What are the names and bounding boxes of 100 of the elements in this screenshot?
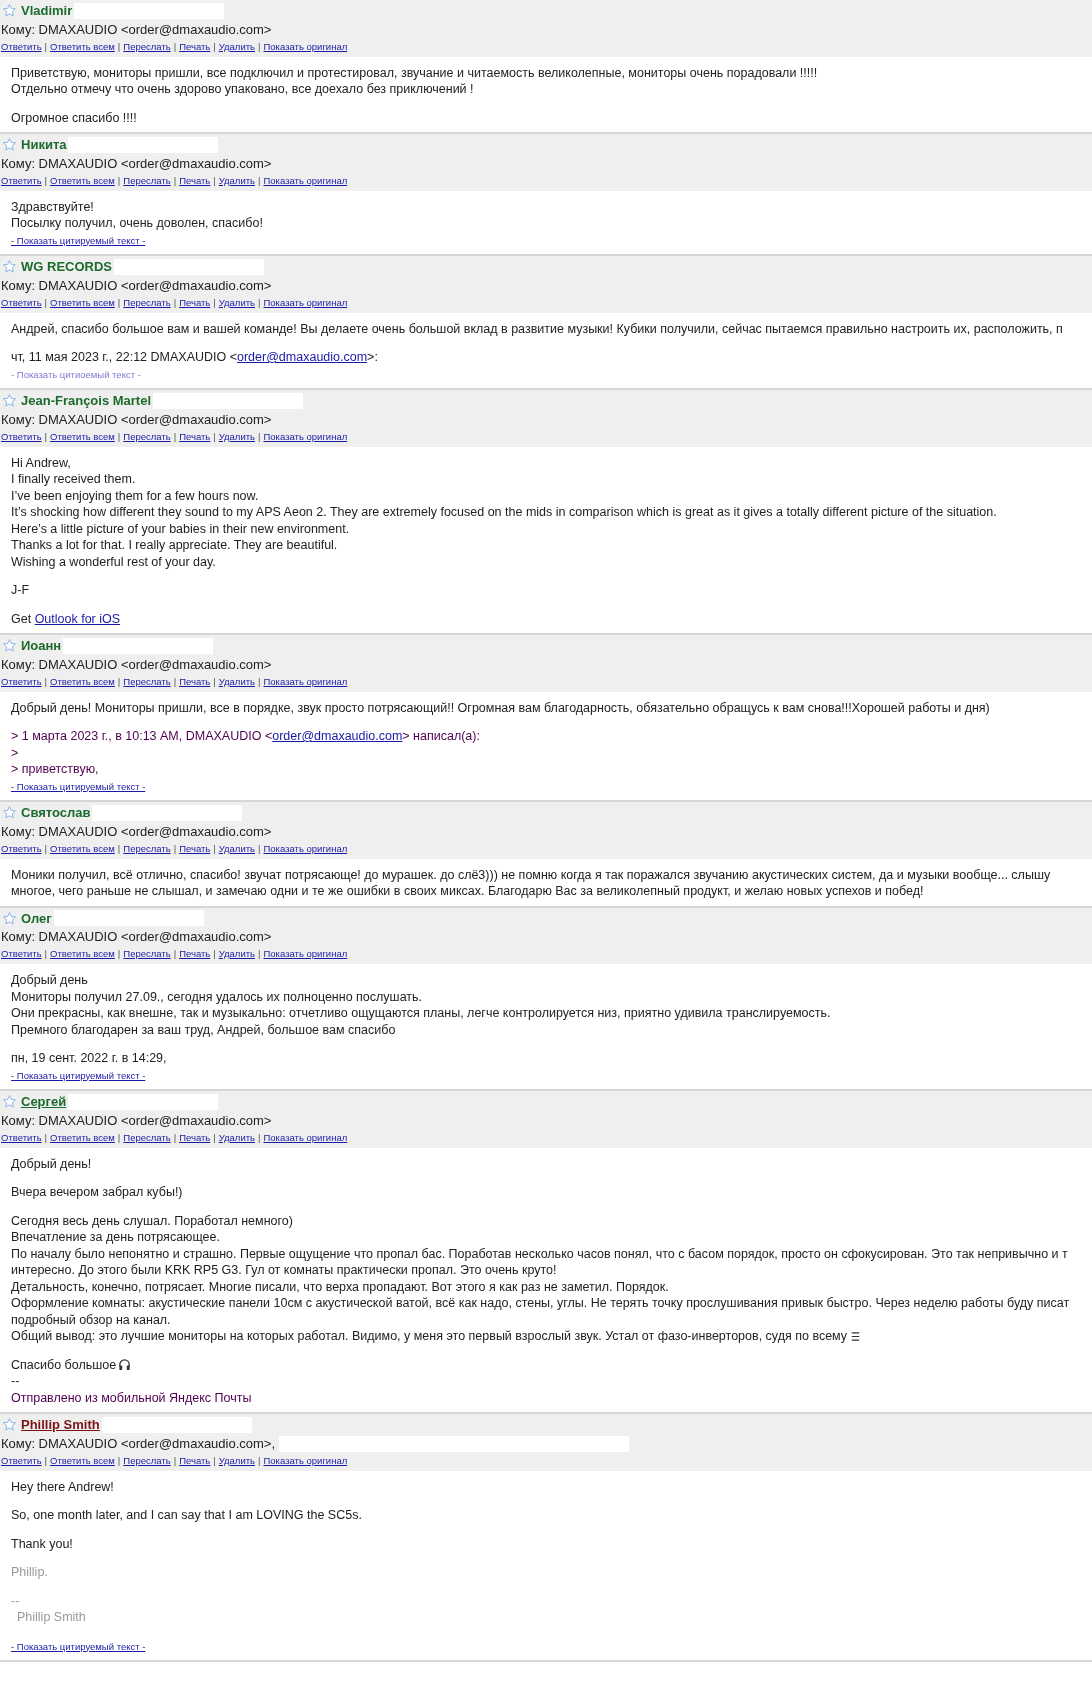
message-line: Андрей, спасибо большое вам и вашей команде! Вы делаете очень большой вклад в развитие музыки! Кубики получили, сейчас пытаемся правильно настроить их, расположить, п — [11, 320, 1064, 337]
star-icon[interactable] — [2, 259, 17, 275]
action-link[interactable]: Ответить — [1, 1131, 42, 1143]
message-line: Thank you! — [11, 1535, 74, 1552]
action-link[interactable]: Показать оригинал — [263, 948, 348, 959]
recipient-line: Кому: DMAXAUDIO <order@dmaxaudio.com> — [0, 655, 272, 674]
action-link[interactable]: Печать — [179, 40, 211, 52]
action-link[interactable]: Показать оригинал — [263, 1131, 348, 1143]
email-link[interactable]: order@dmaxaudio.com — [272, 729, 403, 743]
sender-name[interactable]: Сергей — [19, 1092, 69, 1112]
show-quoted-link[interactable]: - Показать цитиоемый текст - — [11, 368, 141, 381]
action-link[interactable]: Показать оригинал — [263, 430, 348, 442]
action-link[interactable]: Ответить — [1, 675, 42, 687]
action-link[interactable]: Удалить — [218, 296, 255, 308]
show-quoted-link[interactable]: - Показать цитируемый текст - — [11, 234, 146, 247]
separator: | — [258, 296, 261, 308]
action-link[interactable]: Ответить — [1, 430, 42, 442]
action-link[interactable]: Ответить всем — [50, 1454, 115, 1466]
message-line: Детальность, конечно, потрясает. Многие писали, что верха пропадают. Вот этого я как раз не заметил. Порядок. — [11, 1278, 670, 1295]
separator: | — [117, 40, 121, 52]
action-link[interactable]: Удалить — [218, 1454, 255, 1466]
action-link[interactable]: Показать оригинал — [263, 40, 348, 52]
action-link[interactable]: Ответить — [1, 842, 42, 854]
action-link[interactable]: Ответить всем — [50, 296, 115, 308]
star-icon[interactable] — [2, 137, 17, 153]
action-link[interactable]: Переслать — [123, 174, 171, 186]
message-line: Добрый день! — [11, 1155, 93, 1172]
star-icon[interactable] — [2, 805, 17, 821]
action-link[interactable]: Ответить всем — [50, 430, 115, 442]
action-link[interactable]: Удалить — [218, 948, 255, 959]
show-quoted-link[interactable]: - Показать цитируемый текст - — [11, 1069, 146, 1082]
star-icon[interactable] — [2, 393, 17, 409]
action-link[interactable]: Удалить — [218, 842, 255, 854]
action-link[interactable]: Печать — [179, 675, 211, 687]
star-icon[interactable] — [2, 638, 17, 654]
star-icon[interactable] — [2, 910, 17, 926]
action-link[interactable]: Ответить — [1, 296, 42, 308]
message-line: Отправлено из мобильной Яндекс Почты — [11, 1389, 253, 1406]
separator: | — [44, 174, 48, 186]
link[interactable]: Outlook for iOS — [34, 611, 121, 626]
action-link[interactable]: Печать — [179, 296, 211, 308]
action-link[interactable]: Ответить всем — [50, 40, 115, 52]
sender-name[interactable]: Phillip Smith — [19, 1415, 102, 1435]
message-line: Оформление комнаты: акустические панели 10см с акустической ватой, всё как надо, стены, углы. Не терять точку прослушивания привык быстро. Через неделю работы буду писат — [11, 1295, 1071, 1312]
separator: | — [173, 430, 177, 442]
star-icon[interactable] — [2, 1417, 17, 1433]
action-link[interactable]: Ответить всем — [50, 675, 115, 687]
star-icon[interactable] — [2, 1094, 17, 1110]
show-quoted-link[interactable]: - Показать цитируемый текст - — [11, 780, 146, 793]
message-line: Моники получил, всё отлично, спасибо! звучат потрясающе! до мурашек. до слё3))) не помню когда я так поражался звучанию акустических систем, да и музыки вообще... слышу многое, чего раньше не слышал, и замечаю одни и те же ошибки в своих миксах. Благодарю Вас за великолепный продукт, и желаю новых успехов и побед! — [11, 866, 1052, 900]
action-link[interactable]: Ответить — [1, 174, 42, 186]
action-link[interactable]: Переслать — [123, 675, 171, 687]
action-link[interactable]: Ответить — [1, 40, 42, 52]
recipient-line: Кому: DMAXAUDIO <order@dmaxaudio.com> — [0, 410, 272, 429]
action-link[interactable]: Печать — [179, 842, 211, 854]
action-link[interactable]: Удалить — [218, 174, 255, 186]
separator: | — [117, 430, 121, 442]
action-link[interactable]: Ответить всем — [50, 1131, 115, 1143]
action-link[interactable]: Печать — [179, 948, 211, 959]
action-link[interactable]: Удалить — [218, 1131, 255, 1143]
separator: | — [173, 1131, 177, 1143]
action-link[interactable]: Ответить — [1, 948, 42, 959]
show-quoted-link[interactable]: - Показать цитируемый текст - — [11, 1640, 146, 1653]
message-line: Phillip Smith — [16, 1609, 87, 1626]
message-line: Hey there Andrew! — [11, 1478, 115, 1495]
action-link[interactable]: Показать оригинал — [263, 1454, 348, 1466]
action-link[interactable]: Печать — [179, 1454, 211, 1466]
link[interactable]: order@dmaxaudio.com — [237, 350, 368, 364]
action-link[interactable]: Ответить всем — [50, 948, 115, 959]
action-link[interactable]: Удалить — [218, 675, 255, 687]
action-link[interactable]: Печать — [179, 174, 211, 186]
separator: | — [258, 1131, 261, 1143]
star-icon[interactable] — [2, 3, 17, 19]
action-link[interactable]: Печать — [179, 1131, 211, 1143]
separator: | — [213, 842, 216, 854]
action-link[interactable]: Ответить всем — [50, 842, 115, 854]
action-link[interactable]: Ответить всем — [50, 174, 115, 186]
action-link[interactable]: Переслать — [123, 842, 171, 854]
action-link[interactable]: Удалить — [218, 430, 255, 442]
action-link[interactable]: Печать — [179, 430, 211, 442]
action-link[interactable]: Переслать — [123, 296, 171, 308]
action-link[interactable]: Переслать — [123, 430, 171, 442]
action-link[interactable]: Переслать — [123, 40, 171, 52]
message-line: Сегодня весь день слушал. Поработал немного) — [11, 1212, 294, 1229]
action-link[interactable]: Переслать — [123, 948, 171, 959]
action-link[interactable]: Переслать — [123, 1454, 171, 1466]
action-link[interactable]: Показать оригинал — [263, 675, 348, 687]
separator: | — [117, 675, 121, 687]
action-link[interactable]: Переслать — [123, 1131, 171, 1143]
action-link[interactable]: Показать оригинал — [263, 842, 348, 854]
action-link[interactable]: Показать оригинал — [263, 174, 348, 186]
action-link[interactable]: Удалить — [218, 40, 255, 52]
separator: | — [44, 430, 48, 442]
message-line: пн, 19 сент. 2022 г. в 14:29, — [11, 1050, 168, 1067]
action-link[interactable]: Ответить — [1, 1454, 42, 1466]
action-link[interactable]: Показать оригинал — [263, 296, 348, 308]
separator: | — [44, 40, 48, 52]
message-line: Они прекрасны, как внешне, так и музыкально: отчетливо ощущаются планы, легче контролируется низ, приятно удивила транслируемость. — [11, 1005, 832, 1022]
message-line: I finally received them. — [11, 471, 137, 488]
separator: | — [44, 1131, 48, 1143]
